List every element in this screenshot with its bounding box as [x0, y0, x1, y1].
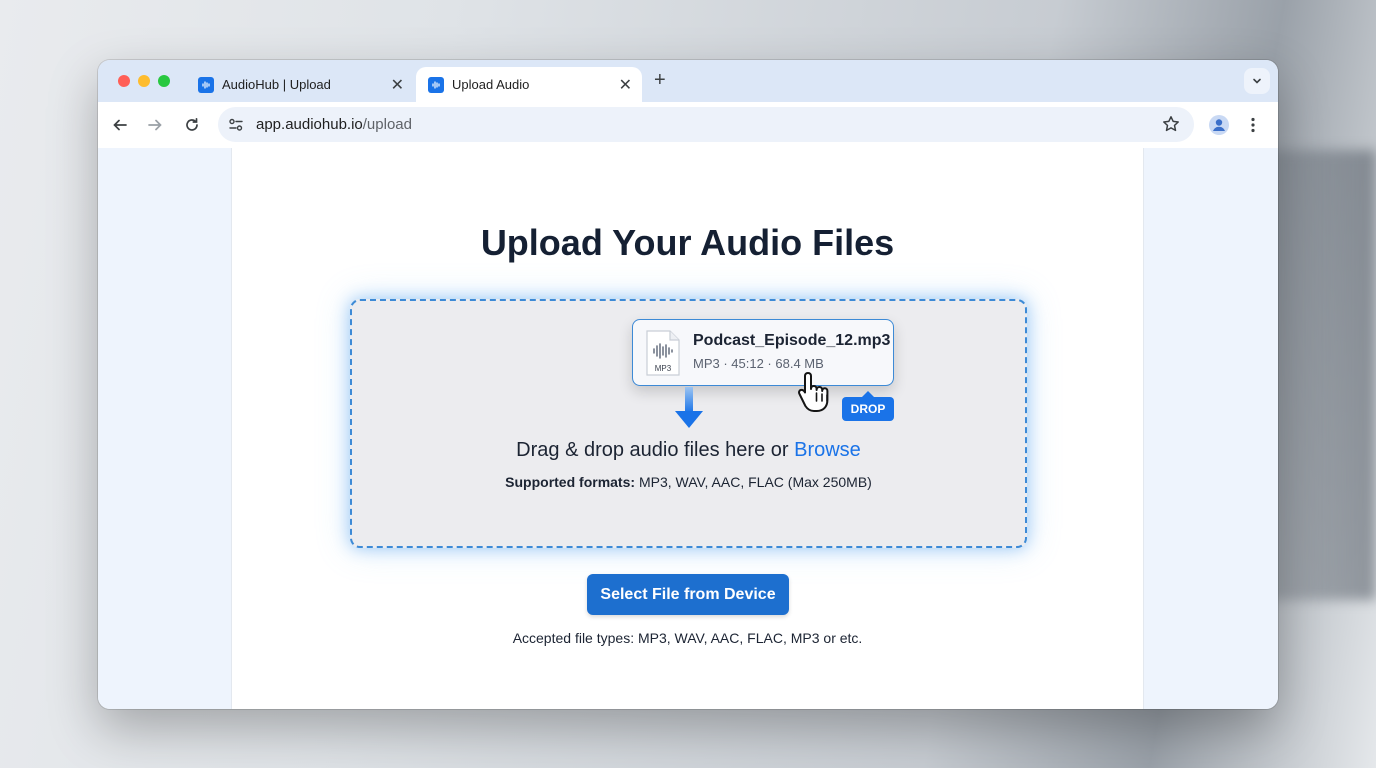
maximize-window-button[interactable]	[158, 75, 170, 87]
dropzone-text: Drag & drop audio files here or	[516, 439, 789, 461]
profile-avatar-icon[interactable]	[1208, 114, 1230, 136]
minimize-window-button[interactable]	[138, 75, 150, 87]
formats-value: MP3, WAV, AAC, FLAC (Max 250MB)	[638, 474, 872, 490]
url-host: app.audiohub.io	[256, 116, 363, 133]
tab-title: Upload Audio	[452, 77, 530, 92]
hand-pointer-cursor-icon	[798, 372, 829, 412]
dragged-file-card[interactable]: MP3 Podcast_Episode_12.mp3 MP3 · 45:12 ·…	[632, 319, 894, 386]
accepted-file-types: Accepted file types: MP3, WAV, AAC, FLAC…	[512, 630, 863, 646]
dragged-file-name: Podcast_Episode_12.mp3	[693, 332, 891, 349]
page-title: Upload Your Audio Files	[480, 222, 895, 263]
more-options-icon[interactable]	[1242, 114, 1264, 136]
site-settings-icon[interactable]	[228, 117, 244, 133]
tab-audiohub-upload[interactable]: AudioHub | Upload ✕	[186, 67, 414, 102]
forward-arrow-icon[interactable]	[144, 114, 166, 136]
tab-search-chevron-down-icon[interactable]	[1244, 68, 1270, 94]
audio-file-icon: MP3	[646, 330, 680, 376]
file-type-label: MP3	[655, 364, 672, 373]
close-tab-icon[interactable]: ✕	[391, 75, 404, 95]
reload-icon[interactable]	[181, 114, 203, 136]
supported-formats: Supported formats: MP3, WAV, AAC, FLAC (…	[352, 474, 1025, 490]
select-file-button[interactable]: Select File from Device	[587, 574, 789, 615]
new-tab-plus-icon[interactable]: +	[654, 69, 666, 92]
back-arrow-icon[interactable]	[109, 114, 131, 136]
bookmark-star-icon[interactable]	[1162, 115, 1180, 133]
browser-window: AudioHub | Upload ✕ Upload Audio ✕ + app…	[98, 60, 1278, 709]
url-path: /upload	[362, 116, 412, 133]
formats-label: Supported formats:	[505, 474, 636, 490]
drop-badge: DROP	[842, 391, 894, 421]
tab-upload-audio[interactable]: Upload Audio ✕	[416, 67, 642, 102]
drop-down-arrow-icon	[675, 387, 703, 428]
page-viewport: Upload Your Audio Files MP3 Podcast_Epis…	[98, 148, 1278, 709]
dropzone-instruction: Drag & drop audio files here or Browse	[352, 439, 1025, 462]
audiohub-favicon-icon	[428, 76, 444, 93]
browse-link[interactable]: Browse	[794, 439, 861, 461]
upload-dropzone[interactable]: MP3 Podcast_Episode_12.mp3 MP3 · 45:12 ·…	[350, 299, 1027, 548]
upload-page: Upload Your Audio Files MP3 Podcast_Epis…	[231, 148, 1144, 709]
address-bar[interactable]: app.audiohub.io/upload	[218, 107, 1194, 142]
tab-title: AudioHub | Upload	[222, 77, 331, 92]
tab-bar: AudioHub | Upload ✕ Upload Audio ✕ +	[98, 60, 1278, 102]
close-window-button[interactable]	[118, 75, 130, 87]
audiohub-favicon-icon	[198, 76, 214, 93]
browser-toolbar: app.audiohub.io/upload	[98, 102, 1278, 148]
url-text: app.audiohub.io/upload	[256, 116, 412, 133]
close-tab-icon[interactable]: ✕	[619, 75, 632, 95]
